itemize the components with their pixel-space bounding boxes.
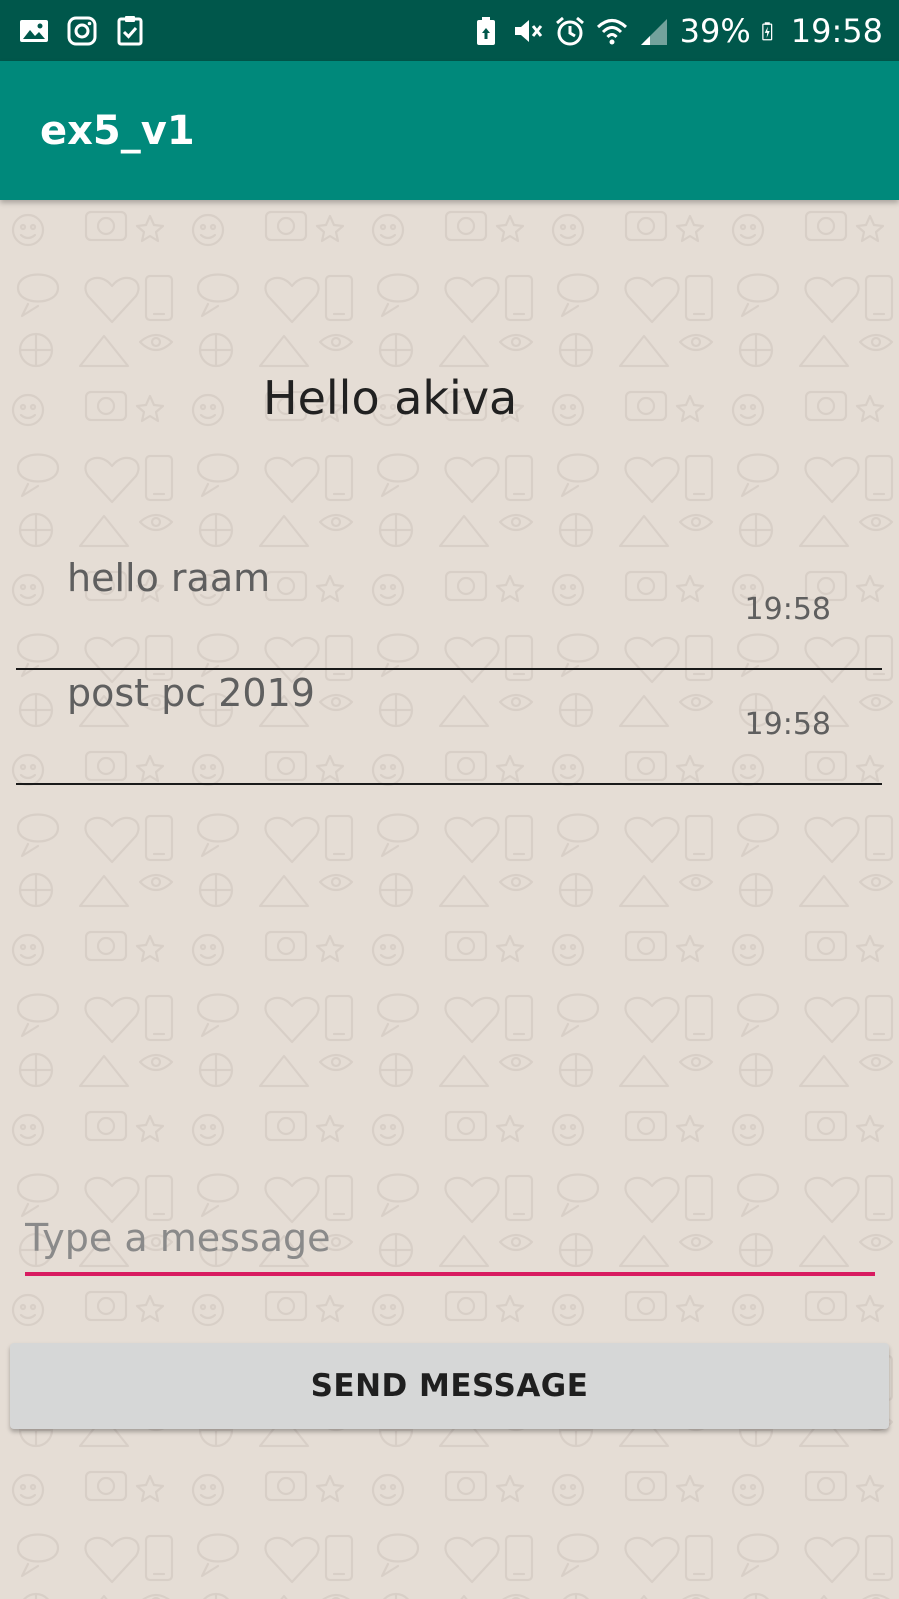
status-time: 19:58: [790, 12, 883, 50]
gallery-icon: [20, 20, 48, 42]
battery-percentage: 39%: [679, 12, 751, 50]
message-time: 19:58: [744, 592, 831, 627]
message-input[interactable]: [25, 1210, 875, 1266]
message-text: hello raam: [67, 556, 271, 600]
wifi-icon: [596, 19, 627, 45]
checklist-icon: [117, 16, 143, 46]
alarm-icon: [555, 16, 584, 46]
system-status: 39% 19:58: [470, 12, 883, 50]
greeting-text: Hello akiva: [263, 371, 518, 425]
status-bar: 39% 19:58: [0, 0, 899, 61]
message-row[interactable]: post pc 2019 19:58: [16, 668, 882, 785]
message-row[interactable]: hello raam 19:58: [16, 553, 882, 670]
send-message-button[interactable]: SEND MESSAGE: [10, 1343, 889, 1429]
instagram-icon: [67, 16, 97, 46]
chat-screen: Hello akiva hello raam 19:58 post pc 201…: [0, 200, 899, 1599]
battery-saver-icon: [476, 17, 495, 45]
notification-icons: [18, 15, 146, 47]
message-time: 19:58: [744, 707, 831, 742]
app-title: ex5_v1: [40, 108, 195, 154]
message-text: post pc 2019: [67, 671, 315, 715]
battery-charging-icon: [762, 22, 773, 41]
signal-icon: [640, 19, 667, 45]
message-input-field: [25, 1210, 875, 1276]
vibrate-icon: [514, 20, 542, 42]
app-bar: ex5_v1: [0, 61, 899, 200]
